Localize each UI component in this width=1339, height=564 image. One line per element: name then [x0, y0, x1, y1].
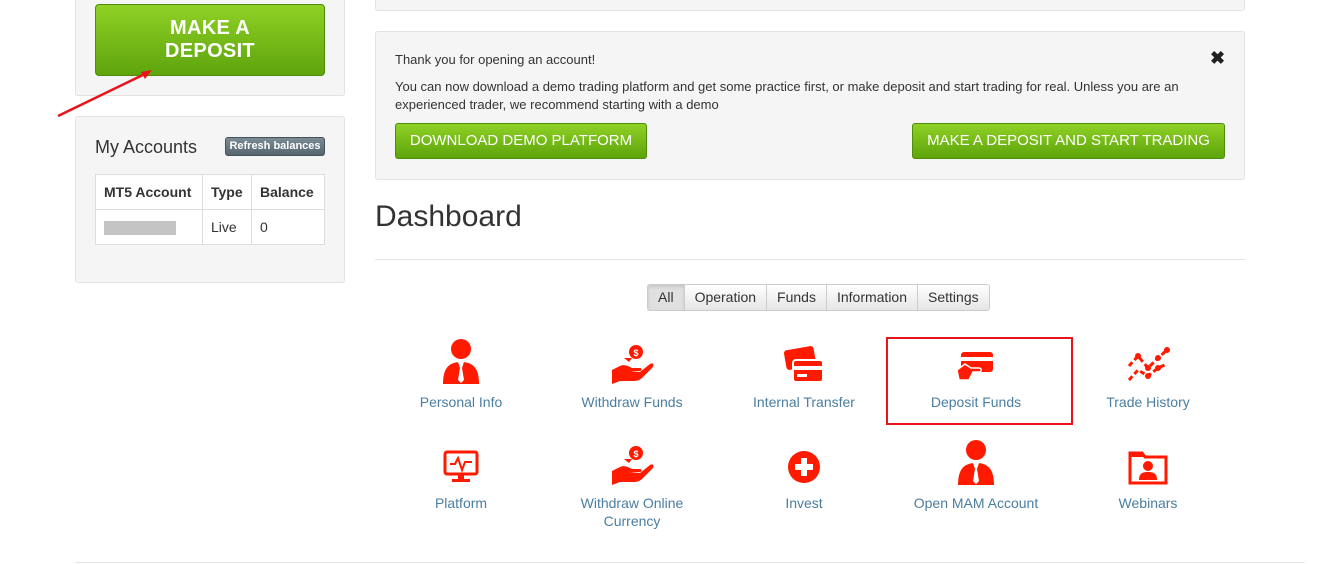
monitor-icon: [443, 450, 479, 482]
tile-withdraw-online-currency[interactable]: $ Withdraw Online Currency: [546, 437, 718, 530]
tile-platform[interactable]: Platform: [375, 437, 547, 512]
tile-trade-history[interactable]: Trade History: [1062, 336, 1234, 411]
account-type: Live: [202, 209, 252, 245]
accounts-table: MT5 Account Type Balance Live 0: [95, 174, 325, 245]
page-title: Dashboard: [375, 200, 522, 233]
close-icon[interactable]: ✖: [1210, 48, 1225, 69]
tile-label: Open MAM Account: [913, 495, 1039, 511]
tile-webinars[interactable]: Webinars: [1062, 437, 1234, 512]
tile-label: Internal Transfer: [753, 394, 855, 410]
tile-label: Personal Info: [419, 394, 503, 410]
plus-circle-icon: [788, 451, 820, 483]
chart-line-icon: [1127, 347, 1170, 382]
filter-funds[interactable]: Funds: [766, 285, 826, 310]
tile-internal-transfer[interactable]: Internal Transfer: [718, 336, 890, 411]
tile-label: Withdraw Online Currency: [580, 495, 684, 529]
refresh-balances-button[interactable]: Refresh balances: [225, 137, 325, 156]
col-header-account: MT5 Account: [95, 174, 203, 210]
page: MAKE A DEPOSIT My Accounts Refresh balan…: [0, 0, 1339, 564]
top-panel: [375, 0, 1245, 11]
divider: [375, 259, 1245, 260]
tile-personal-info[interactable]: Personal Info: [375, 336, 547, 411]
cards-icon: [783, 346, 824, 383]
notice-title: Thank you for opening an account!: [395, 52, 596, 67]
filter-operation[interactable]: Operation: [683, 285, 767, 310]
tile-open-mam-account[interactable]: Open MAM Account: [890, 437, 1062, 512]
filter-tabs: All Operation Funds Information Settings: [647, 284, 990, 311]
accounts-title: My Accounts: [95, 137, 198, 157]
filter-settings[interactable]: Settings: [917, 285, 989, 310]
col-header-balance: Balance: [251, 174, 325, 210]
notice-text: You can now download a demo trading plat…: [395, 79, 1179, 112]
deposit-start-trading-button[interactable]: MAKE A DEPOSIT AND START TRADING: [912, 123, 1225, 159]
tile-label: Webinars: [1118, 495, 1178, 511]
tile-label: Trade History: [1106, 394, 1190, 410]
hand-coin-icon: $: [612, 446, 654, 485]
svg-text:$: $: [633, 449, 638, 459]
table-header-row: MT5 Account Type Balance: [95, 174, 325, 210]
person-icon: [443, 339, 479, 384]
hand-coin-icon: $: [612, 345, 654, 384]
tile-label: Platform: [434, 495, 488, 511]
col-header-type: Type: [202, 174, 252, 210]
footer-divider: [75, 562, 1305, 563]
filter-information[interactable]: Information: [825, 285, 918, 310]
tile-label: Withdraw Funds: [581, 394, 683, 410]
folder-person-icon: [1128, 451, 1168, 485]
tile-invest[interactable]: Invest: [718, 437, 890, 512]
table-row[interactable]: Live 0: [95, 209, 325, 245]
highlight-box: [886, 337, 1073, 425]
account-balance: 0: [251, 209, 325, 245]
filter-all[interactable]: All: [648, 285, 684, 310]
tile-withdraw-funds[interactable]: $ Withdraw Funds: [546, 336, 718, 411]
svg-text:$: $: [633, 348, 638, 358]
account-number-masked: [95, 209, 203, 245]
person-icon: [958, 440, 994, 485]
tile-label: Invest: [785, 495, 823, 511]
download-demo-button[interactable]: DOWNLOAD DEMO PLATFORM: [395, 123, 647, 159]
annotation-arrow: [57, 70, 152, 118]
